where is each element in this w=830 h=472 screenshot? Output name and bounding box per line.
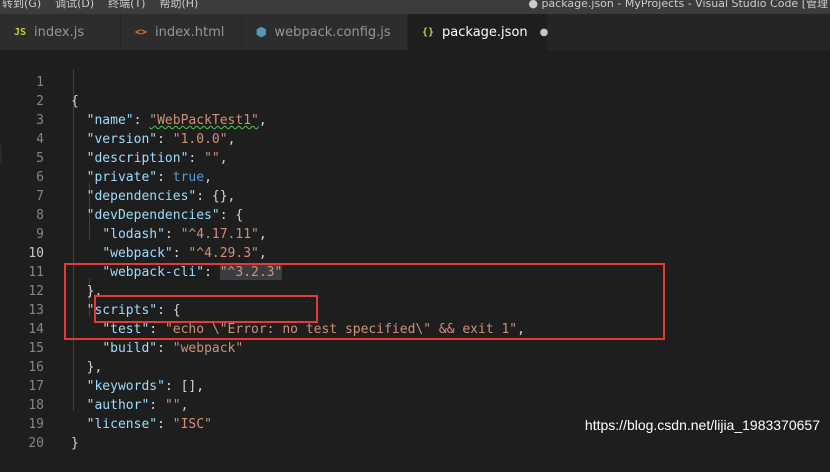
code-line: 8 "lodash": "^4.17.11", [0, 187, 830, 242]
menu-bar: 转到(G) 调试(D) 终端(T) 帮助(H) [2, 0, 198, 11]
tab-webpack-config[interactable]: ⬢ webpack.config.js [242, 14, 408, 50]
menu-help[interactable]: 帮助(H) [159, 0, 198, 11]
tab-index-html[interactable]: <> index.html [121, 14, 242, 50]
menu-debug[interactable]: 调试(D) [55, 0, 94, 11]
menu-goto[interactable]: 转到(G) [2, 0, 41, 11]
code-line-current: 10 "webpack-cli": "^3.2.3" [0, 225, 830, 280]
code-line: 4 "description": "", [0, 111, 830, 166]
watermark-text: https://blog.csdn.net/lijia_1983370657 [584, 417, 820, 433]
code-line: 19 } [0, 396, 830, 451]
json-file-icon: {} [422, 26, 435, 38]
code-line: 16 "keywords": [], [0, 339, 830, 394]
code-line: 1 { [0, 54, 830, 109]
code-line: 17 "author": "", [0, 358, 830, 413]
code-line: 2 "name": "WebPackTest1", [0, 73, 830, 128]
title-bar: 转到(G) 调试(D) 终端(T) 帮助(H) ● package.json -… [0, 0, 830, 14]
tab-label: index.js [34, 24, 85, 40]
menu-terminal[interactable]: 终端(T) [108, 0, 145, 11]
editor-tab-bar: JS index.js <> index.html ⬢ webpack.conf… [0, 14, 830, 50]
code-line: 11 }, [0, 244, 830, 299]
tab-index-js[interactable]: JS index.js [0, 14, 121, 50]
tab-label: package.json [442, 24, 528, 40]
code-line: 7 "devDependencies": { [0, 168, 830, 223]
code-line: 18 "license": "ISC" [0, 377, 830, 432]
code-line: 6 "dependencies": {}, [0, 149, 830, 204]
webpack-file-icon: ⬢ [256, 25, 267, 39]
tab-package-json[interactable]: {} package.json ● [408, 14, 548, 50]
javascript-file-icon: JS [14, 26, 27, 38]
code-editor[interactable]: 1 { 2 "name": "WebPackTest1", 3 "version… [0, 50, 830, 451]
tab-label: webpack.config.js [274, 24, 391, 40]
code-line: 5 "private": true, [0, 130, 830, 185]
unsaved-dot-icon[interactable]: ● [540, 27, 549, 38]
code-line: 3 "version": "1.0.0", [0, 92, 830, 147]
html-file-icon: <> [135, 26, 148, 38]
tab-label: index.html [155, 24, 225, 40]
window-title: ● package.json - MyProjects - Visual Stu… [528, 0, 828, 10]
code-line: 9 "webpack": "^4.29.3", [0, 206, 830, 261]
build-highlight-box [94, 295, 318, 323]
